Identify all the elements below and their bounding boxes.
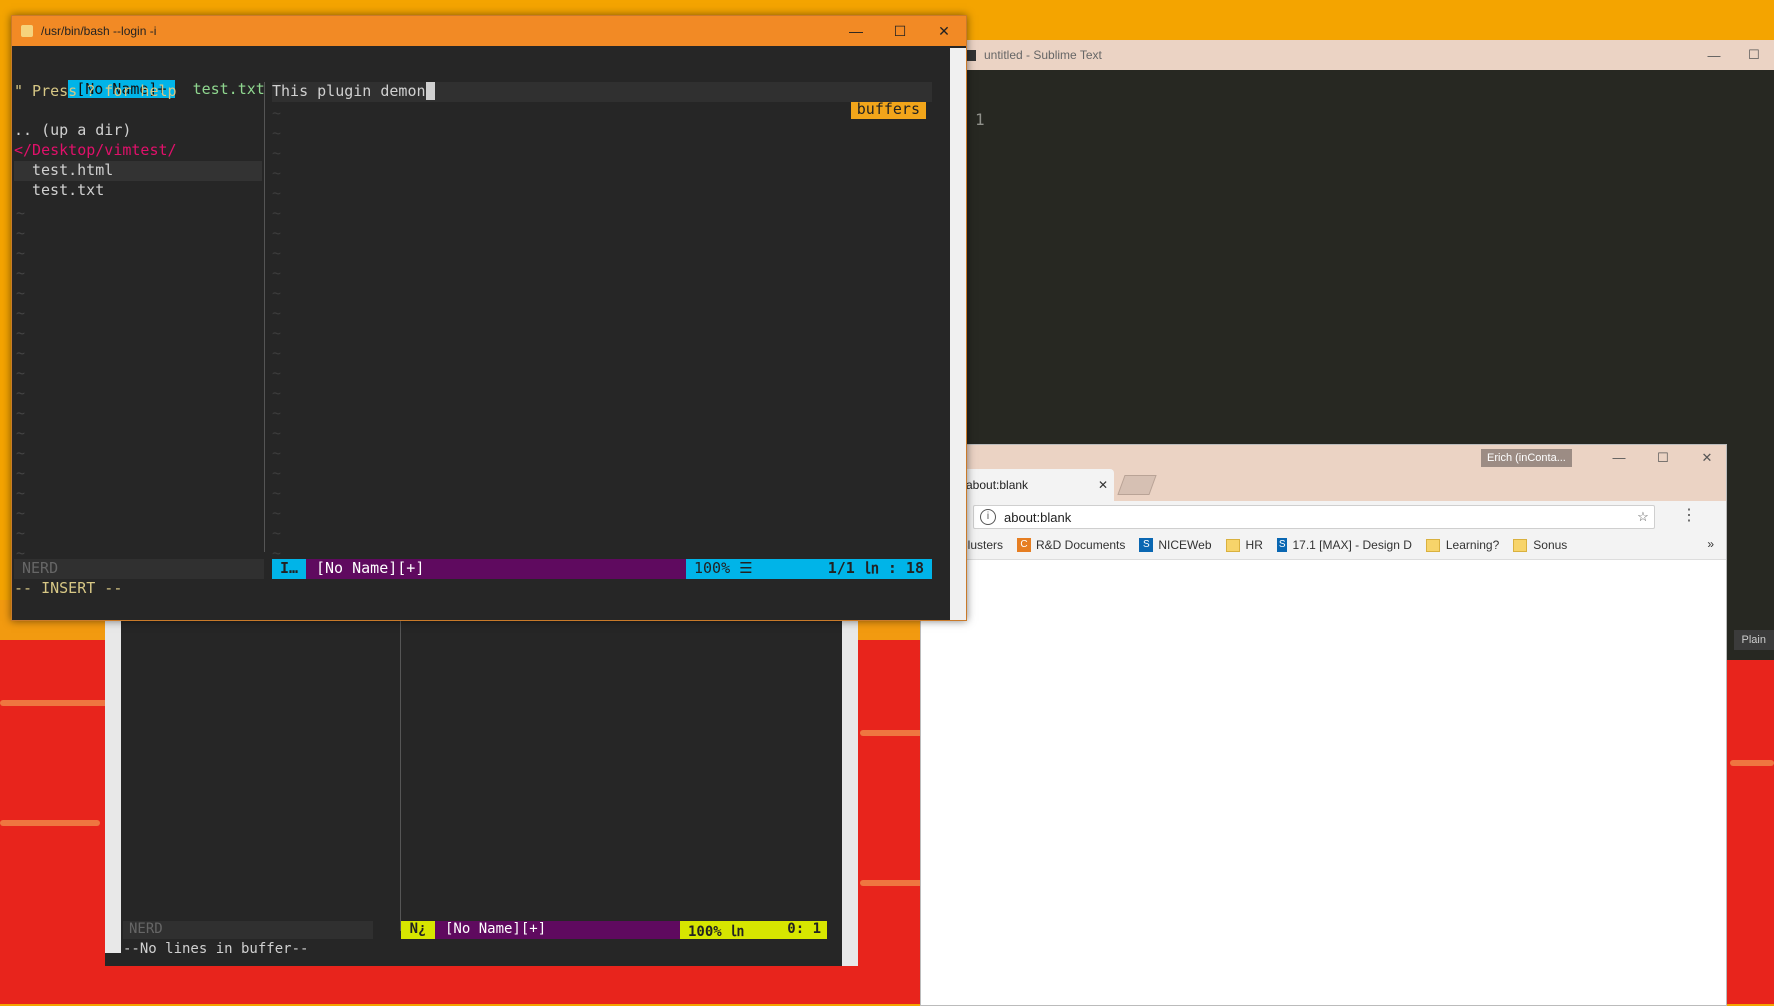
position-status: 0: 1: [760, 921, 827, 939]
minimize-icon[interactable]: —: [834, 23, 878, 39]
profile-button[interactable]: Erich (inConta...: [1481, 449, 1572, 467]
nerd-status: NERD: [129, 921, 163, 937]
minimize-icon[interactable]: —: [1694, 48, 1734, 63]
folder-icon: [1225, 538, 1240, 552]
close-icon[interactable]: ✕: [922, 23, 966, 40]
sharepoint-icon: S: [1276, 538, 1288, 552]
nerdtree-path[interactable]: </Desktop/vimtest/: [14, 141, 177, 161]
bookmark-item[interactable]: Sonus: [1513, 538, 1567, 552]
menu-icon[interactable]: ⋮: [1681, 505, 1697, 525]
buffers-label: buffers: [850, 99, 926, 120]
right-scrollbar[interactable]: [842, 613, 858, 966]
left-scrollbar[interactable]: [105, 613, 121, 953]
close-icon[interactable]: ✕: [1685, 447, 1729, 469]
file-name-status: [No Name][+]: [306, 559, 686, 579]
nerdtree-file[interactable]: test.html: [14, 161, 262, 181]
nerdtree-file[interactable]: test.txt: [14, 181, 104, 201]
bookmark-label: R&D Documents: [1036, 538, 1126, 552]
syntax-status[interactable]: Plain: [1733, 630, 1774, 650]
terminal-title: /usr/bin/bash --login -i: [41, 24, 157, 38]
mode-indicator: I…: [272, 559, 306, 579]
bookmarks-bar: Clusters C R&D Documents S NICEWeb HR S …: [921, 531, 1726, 560]
bookmark-item[interactable]: S 17.1 [MAX] - Design D: [1276, 538, 1412, 552]
vim-window-2[interactable]: NERD N¿ [No Name][+] 100% ㏑ 0: 1 --No li…: [105, 613, 858, 966]
tab-title: about:blank: [966, 478, 1029, 492]
tab-about-blank[interactable]: about:blank ✕: [956, 469, 1114, 501]
sharepoint-icon: S: [1139, 538, 1154, 552]
site-icon: C: [1017, 538, 1032, 552]
bookmark-item[interactable]: HR: [1225, 538, 1263, 552]
empty-line-markers: ~ ~ ~ ~ ~ ~ ~ ~ ~ ~ ~ ~ ~ ~ ~ ~ ~ ~ ~ ~ …: [272, 104, 282, 582]
percent-status: 100% ☰: [686, 559, 786, 579]
bookmark-label: NICEWeb: [1158, 538, 1212, 552]
address-bar[interactable]: i about:blank ☆: [973, 505, 1655, 529]
mode-indicator: N¿: [401, 921, 435, 939]
wallpaper-stripe: [0, 820, 100, 826]
folder-icon: [1513, 538, 1528, 552]
split-divider: [400, 613, 401, 931]
cursor: [425, 82, 435, 100]
bookmark-label: HR: [1245, 538, 1263, 552]
command-line: --No lines in buffer--: [123, 941, 309, 957]
bookmark-label: Sonus: [1533, 538, 1568, 552]
terminal-scrollbar[interactable]: [950, 48, 966, 620]
nerdtree-help: " Press ? for help: [14, 82, 177, 100]
bookmark-label: Learning?: [1445, 538, 1500, 552]
percent-status: 100% ㏑: [680, 921, 760, 940]
wallpaper-stripe: [0, 700, 120, 706]
terminal-app-icon: [21, 25, 33, 37]
close-tab-icon[interactable]: ✕: [1092, 478, 1114, 492]
info-icon[interactable]: i: [980, 509, 996, 525]
chrome-tabstrip: about:blank ✕ Erich (inConta... — ☐ ✕: [921, 445, 1726, 501]
chrome-toolbar: ↻ i about:blank ☆ ⋮: [921, 501, 1726, 531]
vim-screen[interactable]: [No Name]+ test.txt | test.html | buffer…: [14, 48, 946, 618]
tabline: [No Name]+ test.txt | test.html | buffer…: [14, 60, 932, 120]
empty-line-markers: ~ ~ ~ ~ ~ ~ ~ ~ ~ ~ ~ ~ ~ ~ ~ ~ ~ ~: [16, 204, 26, 562]
file-name-status: [No Name][+]: [435, 921, 680, 939]
sublime-title: untitled - Sublime Text: [984, 48, 1102, 62]
more-bookmarks-button[interactable]: »: [1707, 537, 1714, 551]
wallpaper-stripe: [1730, 760, 1774, 766]
bookmark-item[interactable]: S NICEWeb: [1139, 538, 1212, 552]
line-number: 1: [975, 110, 985, 129]
nerdtree-up-dir[interactable]: .. (up a dir): [14, 121, 131, 141]
bookmark-label: 17.1 [MAX] - Design D: [1292, 538, 1412, 552]
nerd-status: NERD: [22, 559, 59, 577]
url-text: about:blank: [1004, 509, 1072, 525]
maximize-icon[interactable]: ☐: [1641, 447, 1685, 469]
bookmark-item[interactable]: C R&D Documents: [1017, 538, 1125, 552]
command-line: -- INSERT --: [14, 579, 123, 597]
editor-line[interactable]: This plugin demon: [272, 82, 932, 102]
bookmark-star-icon[interactable]: ☆: [1632, 509, 1654, 525]
position-status: 1/1 ㏑ : 18: [786, 559, 932, 579]
terminal-titlebar[interactable]: /usr/bin/bash --login -i — ☐ ✕: [12, 16, 966, 46]
bookmark-item[interactable]: Learning?: [1425, 538, 1500, 552]
minimize-icon[interactable]: —: [1597, 447, 1641, 469]
terminal-window[interactable]: /usr/bin/bash --login -i — ☐ ✕ [No Name]…: [11, 15, 967, 621]
new-tab-button[interactable]: [1117, 475, 1157, 495]
editor-text: This plugin demon: [272, 82, 426, 100]
sublime-titlebar[interactable]: untitled - Sublime Text — ☐: [955, 40, 1774, 70]
folder-icon: [1425, 538, 1440, 552]
chrome-window[interactable]: about:blank ✕ Erich (inConta... — ☐ ✕ ↻ …: [920, 444, 1727, 1006]
maximize-icon[interactable]: ☐: [1734, 47, 1774, 63]
maximize-icon[interactable]: ☐: [878, 23, 922, 40]
split-divider: [264, 82, 265, 552]
